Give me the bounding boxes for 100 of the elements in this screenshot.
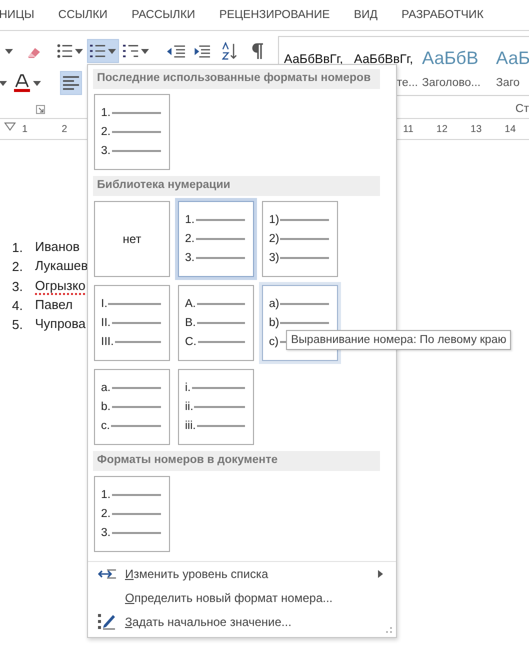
numbering-format-tile[interactable]: 1) 2) 3) (262, 201, 338, 277)
list-item-text: Огрызко (35, 278, 86, 295)
ribbon-tab[interactable]: НИЦЫ (0, 7, 34, 23)
list-marker: b. (101, 400, 111, 412)
list-item-text: Иванов (35, 239, 80, 256)
list-marker: 2) (269, 232, 280, 244)
list-marker: b) (269, 316, 280, 328)
menu-item[interactable]: Определить новый формат номера... (93, 586, 393, 610)
numbering-format-tile[interactable]: 1. 2. 3. (94, 94, 170, 170)
section-header: Библиотека нумерации (93, 176, 380, 196)
menu-item[interactable]: Задать начальное значение... (93, 610, 393, 634)
list-number: 1. (12, 240, 24, 256)
list-marker: I. (101, 298, 108, 310)
placeholder-line (280, 322, 329, 324)
list-marker: 3. (101, 144, 111, 156)
multilevel-list-icon (123, 43, 139, 59)
tile-label: нет (122, 232, 142, 246)
style-preview[interactable]: АаБбВ (422, 49, 496, 67)
group-label: Ст (515, 103, 529, 115)
list-item-text: Чупрова (35, 316, 86, 334)
ribbon-tab[interactable]: РАЗРАБОТЧИК (402, 7, 484, 23)
numbering-format-tile[interactable]: нет (94, 201, 170, 277)
ribbon-tab[interactable]: ВИД (354, 7, 378, 23)
section-header: Форматы номеров в документе (93, 451, 380, 471)
ribbon-tab[interactable]: РАССЫЛКИ (132, 7, 196, 23)
style-name: Заго (496, 77, 521, 89)
ribbon-tab[interactable]: ССЫЛКИ (58, 7, 108, 23)
placeholder-line (112, 512, 161, 514)
list-marker: 3. (185, 252, 195, 264)
list-marker: c. (101, 420, 110, 432)
ribbon-tab[interactable]: РЕЦЕНЗИРОВАНИЕ (219, 7, 330, 23)
tooltip: Выравнивание номера: По левому краю (286, 330, 512, 350)
placeholder-line (112, 386, 161, 388)
list-marker: c) (269, 336, 279, 348)
placeholder-line (192, 386, 245, 388)
resize-grip-icon[interactable] (385, 626, 392, 633)
list-marker: 1) (269, 214, 280, 226)
placeholder-line (198, 340, 245, 342)
placeholder-line (196, 302, 245, 304)
placeholder-line (194, 406, 245, 408)
ruler-number: 13 (470, 124, 482, 135)
align-left-button[interactable] (60, 71, 82, 95)
placeholder-line (112, 406, 161, 408)
caret-icon (108, 48, 116, 54)
placeholder-line (280, 256, 329, 258)
font-color-icon (13, 74, 31, 92)
placeholder-line (196, 424, 245, 426)
placeholder-line (108, 302, 161, 304)
ruler-number: 2 (62, 124, 68, 135)
dialog-launcher-icon[interactable] (36, 105, 45, 114)
list-marker: a) (269, 298, 280, 310)
style-name: те... (396, 77, 418, 89)
placeholder-line (196, 238, 245, 240)
caret-icon (0, 80, 7, 86)
list-number: 4. (12, 298, 24, 314)
numbering-format-tile[interactable]: i. ii. iii. (178, 369, 254, 445)
caret-icon (33, 80, 41, 86)
list-item-text: Павел (35, 297, 73, 314)
ruler-number: 14 (504, 124, 516, 135)
list-marker: 2. (101, 126, 111, 138)
placeholder-line (112, 494, 161, 496)
list-item-text: Лукашев (35, 258, 88, 276)
list-marker: B. (185, 316, 196, 328)
placeholder-line (280, 218, 329, 220)
list-marker: 2. (185, 232, 195, 244)
numbering-format-tile[interactable]: 1. 2. 3. (178, 201, 254, 277)
list-marker: 1. (101, 106, 111, 118)
list-marker: 3. (101, 526, 111, 538)
caret-icon (5, 48, 13, 54)
sort-icon (222, 42, 238, 60)
list-marker: 1. (185, 214, 195, 226)
numbering-format-tile[interactable]: A. B. C. (178, 285, 254, 361)
decrease-indent-icon (167, 44, 185, 58)
placeholder-line (112, 130, 161, 132)
placeholder-line (110, 424, 161, 426)
placeholder-line (112, 532, 161, 534)
caret-icon (75, 48, 83, 54)
style-preview[interactable]: АаБбВвГг, (284, 51, 354, 67)
indent-marker-icon[interactable] (4, 122, 16, 132)
numbering-format-tile[interactable]: a. b. c. (94, 369, 170, 445)
list-number: 3. (12, 278, 24, 294)
numbering-button[interactable] (87, 39, 119, 63)
style-preview[interactable]: АаБбВвГг, (354, 51, 422, 67)
menu-item[interactable]: Изменить уровень списка (93, 562, 393, 586)
list-marker: 3) (269, 252, 280, 264)
list-marker: iii. (185, 420, 196, 432)
set-numbering-value-icon (98, 613, 116, 631)
placeholder-line (280, 238, 329, 240)
list-level-icon (98, 568, 116, 580)
numbering-format-tile[interactable]: 1. 2. 3. (94, 476, 170, 552)
pilcrow-icon (252, 43, 264, 59)
placeholder-line (112, 112, 161, 114)
list-marker: C. (185, 336, 196, 348)
placeholder-line (196, 256, 245, 258)
section-header: Последние использованные форматы номеров (93, 69, 380, 89)
placeholder-line (280, 302, 329, 304)
increase-indent-icon (192, 44, 210, 58)
numbering-format-tile[interactable]: I. II. III. (94, 285, 170, 361)
placeholder-line (114, 340, 161, 342)
align-left-icon (63, 76, 79, 90)
